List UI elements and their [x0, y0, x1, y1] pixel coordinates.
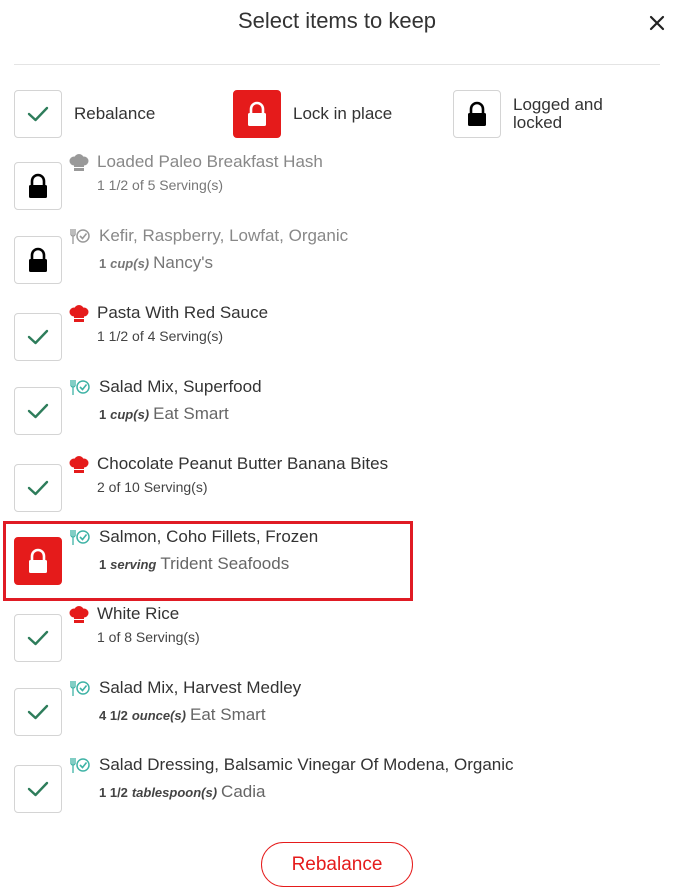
food-check-icon	[68, 228, 90, 246]
item-serving: 2 of 10 Serving(s)	[97, 479, 208, 495]
food-check-icon	[68, 680, 90, 698]
item-quantity: 4 1/2	[99, 708, 128, 723]
item-quantity: 1	[99, 407, 107, 422]
item-brand: Eat Smart	[189, 705, 266, 724]
item-quantity: 1	[99, 256, 107, 271]
item-row: Salad Mix, Harvest Medley 4 1/2 ounce(s) E…	[14, 678, 660, 750]
item-brand: Eat Smart	[153, 404, 229, 423]
item-name: Salad Dressing, Balsamic Vinegar Of Mode…	[99, 755, 514, 774]
selection-highlight	[3, 521, 413, 601]
red-lock-icon	[233, 90, 281, 138]
header-divider	[14, 64, 660, 65]
item-brand: Nancy's	[153, 253, 214, 272]
item-quantity: 2 of 10 Serving(s)	[97, 479, 208, 495]
item-unit: cup(s)	[110, 256, 150, 271]
rebalance-checkbox[interactable]	[14, 464, 62, 512]
item-unit: tablespoon(s)	[131, 785, 218, 800]
close-icon[interactable]	[644, 10, 670, 36]
item-row: Salad Mix, Superfood 1 cup(s) Eat Smart	[14, 377, 660, 449]
rebalance-checkbox[interactable]	[14, 688, 62, 736]
dialog-title: Select items to keep	[237, 8, 437, 33]
item-name: Chocolate Peanut Butter Banana Bites	[97, 454, 389, 473]
item-serving: 1 cup(s) Eat Smart	[99, 404, 229, 424]
legend-lock: Lock in place	[233, 90, 392, 138]
item-serving: 1 cup(s) Nancy's	[99, 253, 213, 273]
item-quantity: 1 1/2 of 4 Serving(s)	[97, 328, 224, 344]
item-name: Pasta With Red Sauce	[97, 303, 269, 322]
item-serving: 1 1/2 of 5 Serving(s)	[97, 177, 223, 193]
item-row: White Rice 1 of 8 Serving(s)	[14, 604, 660, 676]
chef-hat-icon	[68, 456, 90, 474]
item-quantity: 1 1/2 of 5 Serving(s)	[97, 177, 224, 193]
black-lock-icon	[453, 90, 501, 138]
item-row: Salad Dressing, Balsamic Vinegar Of Mode…	[14, 755, 660, 827]
item-brand: Cadia	[221, 782, 266, 801]
item-quantity: 1 1/2	[99, 785, 128, 800]
chef-hat-icon	[68, 305, 90, 323]
logged-lock-toggle[interactable]	[14, 162, 62, 210]
item-quantity: 1 of 8 Serving(s)	[97, 629, 200, 645]
chef-hat-icon	[68, 606, 90, 624]
item-name: Kefir, Raspberry, Lowfat, Organic	[99, 226, 349, 245]
rebalance-button[interactable]: Rebalance	[261, 842, 413, 887]
item-name: Loaded Paleo Breakfast Hash	[97, 152, 323, 171]
legend-logged: Logged and locked	[453, 90, 603, 138]
item-row: Pasta With Red Sauce 1 1/2 of 4 Serving(s…	[14, 303, 660, 375]
legend-logged-label: Logged and locked	[513, 95, 603, 132]
logged-lock-toggle[interactable]	[14, 236, 62, 284]
legend-lock-label: Lock in place	[293, 104, 393, 123]
checkmark-icon	[14, 90, 62, 138]
rebalance-checkbox[interactable]	[14, 614, 62, 662]
item-name: White Rice	[97, 604, 180, 623]
legend-rebalance-label: Rebalance	[74, 104, 156, 123]
food-check-icon	[68, 379, 90, 397]
rebalance-checkbox[interactable]	[14, 313, 62, 361]
item-unit: ounce(s)	[131, 708, 186, 723]
item-serving: 1 of 8 Serving(s)	[97, 629, 200, 645]
item-row: Loaded Paleo Breakfast Hash 1 1/2 of 5 Se…	[14, 152, 660, 224]
legend-rebalance: Rebalance	[14, 90, 155, 138]
rebalance-checkbox[interactable]	[14, 387, 62, 435]
chef-hat-icon	[68, 154, 90, 172]
food-check-icon	[68, 757, 90, 775]
item-row: Kefir, Raspberry, Lowfat, Organic 1 cup(s…	[14, 226, 660, 298]
item-name: Salad Mix, Superfood	[99, 377, 262, 396]
item-serving: 1 1/2 of 4 Serving(s)	[97, 328, 223, 344]
item-unit: cup(s)	[110, 407, 150, 422]
item-serving: 1 1/2 tablespoon(s) Cadia	[99, 782, 265, 802]
dialog-header: Select items to keep	[0, 0, 674, 66]
item-serving: 4 1/2 ounce(s) Eat Smart	[99, 705, 266, 725]
item-row: Chocolate Peanut Butter Banana Bites 2 of…	[14, 454, 660, 526]
legend: Rebalance Lock in place Logged and locke…	[14, 90, 660, 138]
item-name: Salad Mix, Harvest Medley	[99, 678, 302, 697]
rebalance-checkbox[interactable]	[14, 765, 62, 813]
